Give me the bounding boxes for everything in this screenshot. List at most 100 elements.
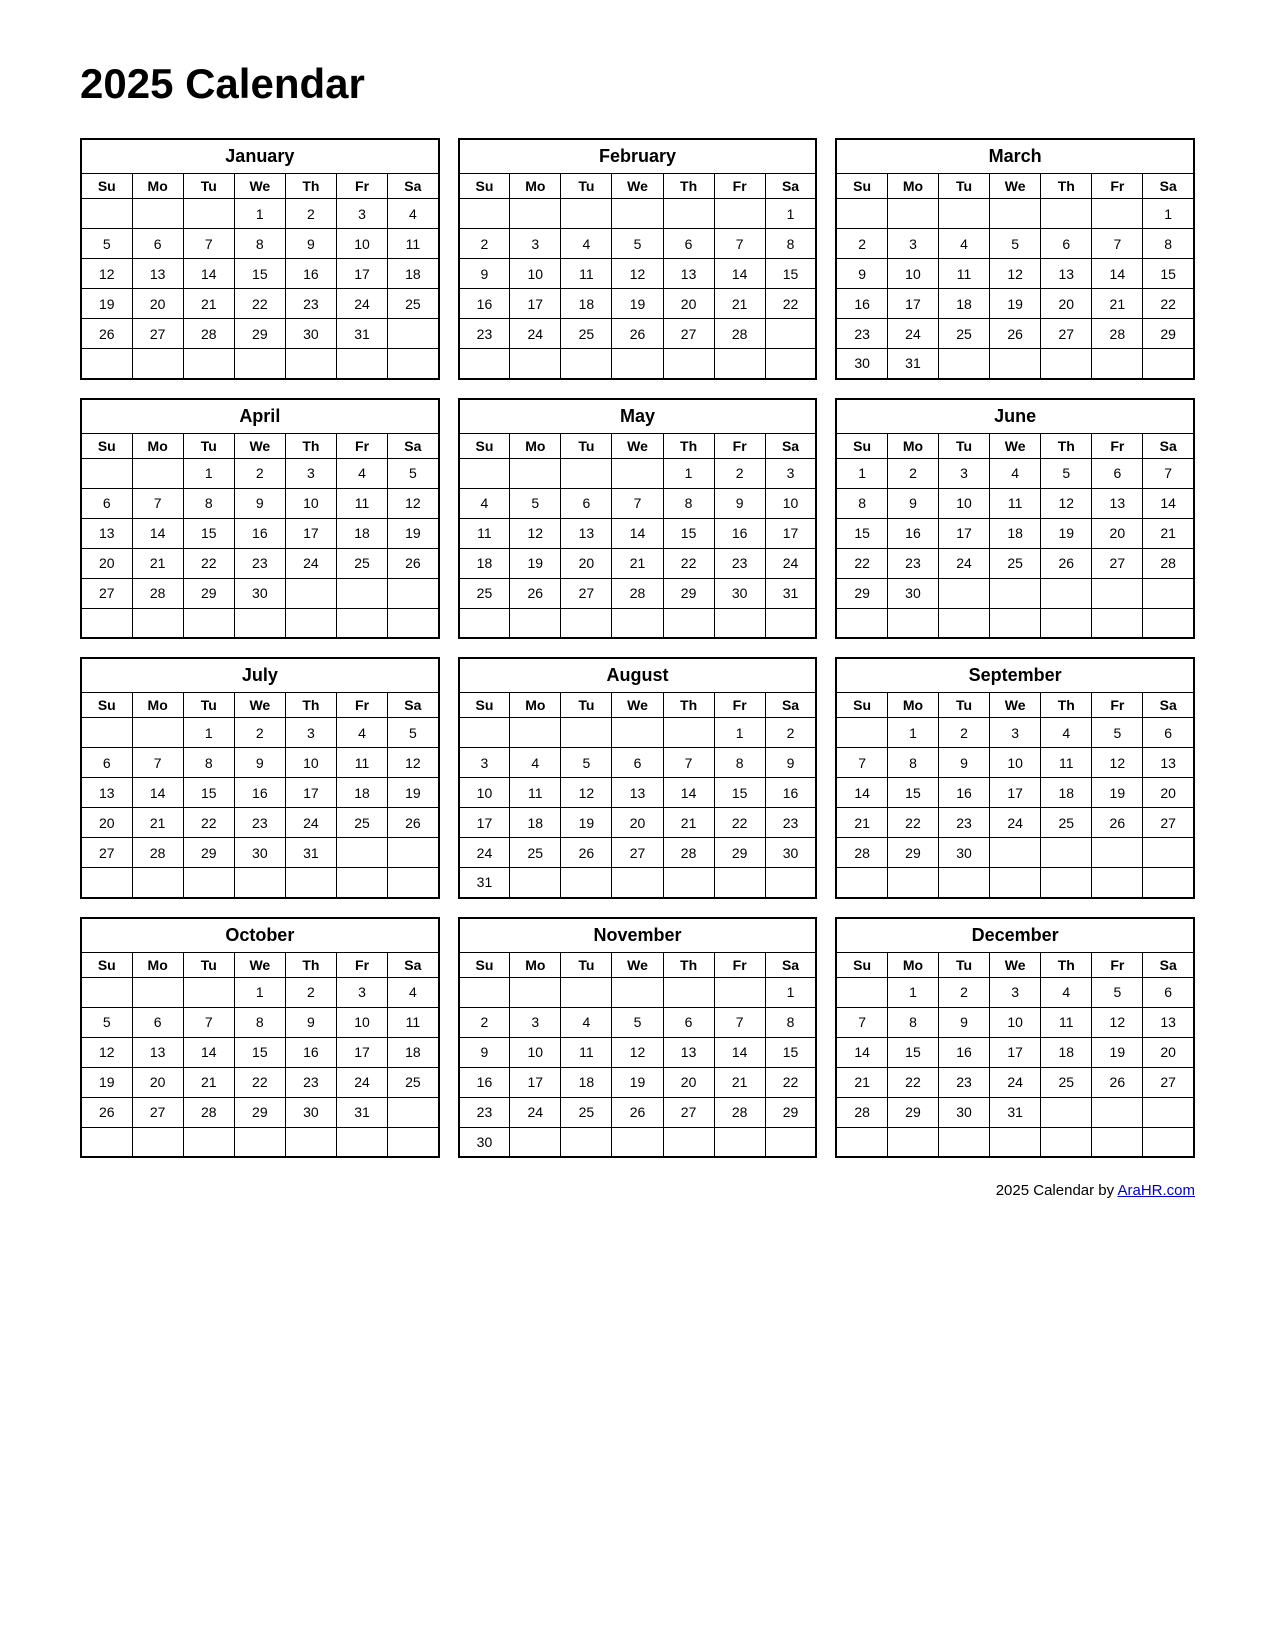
calendar-day: 3 [887,229,938,259]
calendar-day: 15 [765,259,816,289]
day-header: We [990,174,1041,199]
calendar-day: 4 [388,199,439,229]
calendar-day: 25 [561,319,612,349]
calendar-day [836,199,887,229]
day-header: We [234,693,285,718]
calendar-day: 2 [285,977,336,1007]
calendar-day [612,718,663,748]
calendar-day [459,349,510,379]
table-row [459,349,817,379]
calendar-day: 21 [183,289,234,319]
calendar-day [510,608,561,638]
calendar-day: 21 [132,808,183,838]
calendar-day [81,349,132,379]
calendar-day: 4 [1041,977,1092,1007]
calendar-day: 27 [561,578,612,608]
day-header: Su [459,433,510,458]
calendar-day: 12 [561,778,612,808]
calendar-day: 2 [285,199,336,229]
calendar-day: 17 [336,259,387,289]
calendar-day [939,608,990,638]
calendar-day [388,1127,439,1157]
calendar-day [459,977,510,1007]
calendar-day: 25 [561,1097,612,1127]
calendar-day: 21 [663,808,714,838]
calendar-day: 23 [765,808,816,838]
calendar-day: 20 [663,1067,714,1097]
calendar-day [336,578,387,608]
day-header: Tu [183,174,234,199]
calendar-day [612,1127,663,1157]
month-name-august: August [459,658,817,693]
calendar-day [561,718,612,748]
day-header: Sa [1143,174,1194,199]
day-header: Th [1041,174,1092,199]
calendar-day: 24 [336,289,387,319]
footer-link[interactable]: AraHR.com [1117,1182,1195,1199]
day-header: Th [285,174,336,199]
calendar-day: 8 [234,229,285,259]
calendar-day: 3 [336,977,387,1007]
calendar-day [388,349,439,379]
calendar-day: 15 [663,518,714,548]
calendar-day: 22 [887,808,938,838]
day-header: Tu [561,174,612,199]
calendar-day [990,868,1041,898]
calendar-day: 6 [1092,458,1143,488]
calendar-day: 31 [285,838,336,868]
calendar-day: 19 [1041,518,1092,548]
calendar-day: 14 [714,259,765,289]
calendar-day: 26 [612,319,663,349]
calendar-day [612,349,663,379]
calendar-day [714,608,765,638]
calendar-day: 8 [1143,229,1194,259]
table-row: 78910111213 [836,1007,1194,1037]
table-row: 27282930 [81,578,439,608]
calendar-day: 26 [388,808,439,838]
calendar-day: 27 [663,1097,714,1127]
calendar-day: 13 [81,778,132,808]
calendar-day: 4 [561,229,612,259]
calendar-day [336,1127,387,1157]
calendar-day: 1 [714,718,765,748]
day-header: Su [836,174,887,199]
calendar-day: 16 [234,518,285,548]
calendar-day [510,458,561,488]
calendar-day: 17 [765,518,816,548]
calendar-day: 3 [510,1007,561,1037]
calendar-day: 12 [612,1037,663,1067]
calendar-day [663,199,714,229]
calendar-day: 15 [1143,259,1194,289]
calendar-day: 7 [1092,229,1143,259]
calendar-day: 17 [990,1037,1041,1067]
calendar-day: 20 [1143,1037,1194,1067]
month-table-august: AugustSuMoTuWeThFrSa12345678910111213141… [458,657,818,899]
calendar-day: 21 [1143,518,1194,548]
calendar-day: 22 [183,548,234,578]
calendar-day: 26 [1092,1067,1143,1097]
table-row: 9101112131415 [459,1037,817,1067]
calendar-day: 30 [939,838,990,868]
calendar-day: 1 [1143,199,1194,229]
calendar-day: 12 [612,259,663,289]
calendar-day: 1 [663,458,714,488]
day-header: Sa [765,433,816,458]
calendar-day: 10 [887,259,938,289]
day-header: Fr [1092,693,1143,718]
calendar-day: 14 [836,778,887,808]
calendar-day: 9 [714,488,765,518]
calendar-day [1143,838,1194,868]
day-header: We [612,174,663,199]
calendar-day: 8 [663,488,714,518]
calendar-day: 18 [939,289,990,319]
calendar-day: 25 [336,808,387,838]
calendar-day: 5 [612,229,663,259]
calendar-day: 23 [939,1067,990,1097]
calendar-day: 18 [336,518,387,548]
table-row: 262728293031 [81,1097,439,1127]
calendar-day: 24 [336,1067,387,1097]
calendar-day: 10 [765,488,816,518]
calendar-day: 29 [1143,319,1194,349]
calendar-day: 6 [132,1007,183,1037]
calendar-day: 24 [887,319,938,349]
